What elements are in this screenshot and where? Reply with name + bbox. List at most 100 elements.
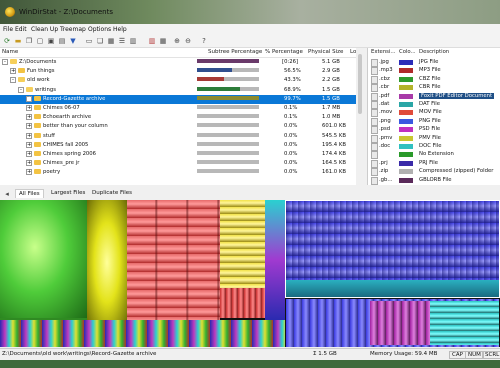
row-name: Chimes spring 2006 bbox=[43, 151, 97, 157]
refresh-icon[interactable]: ⟳ bbox=[3, 37, 11, 45]
table-row[interactable]: + Chimes spring 2006 0.0% 174.4 KB bbox=[0, 150, 364, 159]
menu-options[interactable]: Options bbox=[88, 26, 111, 33]
expand-icon[interactable]: + bbox=[26, 141, 32, 148]
extension-color-swatch bbox=[399, 169, 413, 175]
folder-icon bbox=[18, 68, 25, 74]
tab-all-files[interactable]: All Files bbox=[15, 189, 44, 198]
expand-icon[interactable]: + bbox=[26, 114, 32, 121]
extension-description: Foxit PDF Editor Document bbox=[419, 92, 495, 99]
extension-color-swatch bbox=[399, 85, 413, 91]
properties-icon[interactable]: ▤ bbox=[58, 37, 66, 45]
treemap-tile-mixed-strip[interactable] bbox=[0, 320, 285, 347]
table-row[interactable]: + Record-Gazette archive 99.7% 1.5 GB bbox=[0, 94, 364, 104]
row-size: 1.7 MB bbox=[322, 105, 341, 111]
expand-icon[interactable]: + bbox=[26, 160, 32, 167]
extension-color-swatch bbox=[399, 102, 413, 107]
expand-icon[interactable]: + bbox=[26, 105, 32, 111]
treemap-tile-yellow-small[interactable] bbox=[220, 200, 265, 288]
help-icon[interactable]: ? bbox=[200, 37, 208, 45]
col-subtree-percentage[interactable]: Subtree Percentage bbox=[208, 49, 262, 55]
table-row[interactable]: + Fun things 56.5% 2.9 GB bbox=[0, 67, 364, 76]
menu-help[interactable]: Help bbox=[113, 26, 127, 33]
file-tree-pane[interactable]: Name Subtree Percentage % Percentage Phy… bbox=[0, 48, 364, 185]
subtree-percentage-fill bbox=[197, 68, 233, 73]
table-row[interactable]: - old work 43.3% 2.2 GB bbox=[0, 76, 364, 85]
row-size: 174.4 KB bbox=[322, 151, 346, 157]
file-tree-scrollbar[interactable] bbox=[356, 48, 364, 185]
filter-icon[interactable]: ▼ bbox=[69, 37, 77, 45]
expand-icon[interactable]: + bbox=[10, 68, 16, 75]
zoom-in-icon[interactable]: ⊕ bbox=[173, 37, 181, 45]
table-row[interactable]: + Echoearth archive 0.1% 1.0 MB bbox=[0, 113, 364, 122]
treemap-tile-teal-strip[interactable] bbox=[286, 280, 499, 297]
collapse-icon[interactable]: - bbox=[2, 59, 8, 65]
col-description[interactable]: Description bbox=[419, 49, 449, 55]
copy-path-icon[interactable]: ❏ bbox=[96, 37, 104, 45]
open-icon[interactable]: ▬ bbox=[14, 37, 22, 45]
treemap-tile-cyan-magenta[interactable] bbox=[265, 200, 285, 320]
treemap-tile-yellow[interactable] bbox=[87, 200, 127, 325]
table-row[interactable]: + stuff 0.0% 545.5 KB bbox=[0, 132, 364, 141]
treemap-tile-red-small[interactable] bbox=[220, 288, 265, 318]
menu-treemap[interactable]: Treemap bbox=[60, 26, 86, 33]
cmd-icon[interactable]: ▣ bbox=[47, 37, 55, 45]
expand-icon[interactable]: + bbox=[26, 169, 32, 176]
row-percentage: 0.0% bbox=[284, 141, 298, 148]
row-name: Record-Gazette archive bbox=[43, 95, 106, 102]
col-extension[interactable]: Extensi... bbox=[371, 49, 395, 55]
col-physical-size[interactable]: Physical Size bbox=[308, 49, 343, 55]
col-name[interactable]: Name bbox=[2, 49, 18, 55]
row-name: better than your column bbox=[43, 123, 108, 130]
treemap-tile-teal-lower[interactable] bbox=[430, 301, 499, 345]
extension-color-swatch bbox=[399, 68, 413, 74]
expand-icon[interactable]: + bbox=[26, 123, 32, 130]
list-item[interactable]: .gb... GBLORB File bbox=[368, 176, 500, 185]
tabs-scroll-left-icon[interactable]: ◂ bbox=[3, 190, 11, 198]
report-icon[interactable]: ▥ bbox=[129, 37, 137, 45]
subtree-percentage-bar bbox=[197, 132, 259, 137]
extension-list-pane[interactable]: Extensi... Colo... Description .jpg JPG F… bbox=[367, 48, 500, 185]
paste-icon[interactable]: ▦ bbox=[107, 37, 115, 45]
delete-icon[interactable]: ▦ bbox=[159, 37, 167, 45]
treemap-tile-magenta-lower[interactable] bbox=[370, 301, 430, 345]
copy-icon[interactable]: ❐ bbox=[25, 37, 33, 45]
treemap-tile-red-grid[interactable] bbox=[127, 200, 220, 320]
table-row[interactable]: + better than your column 0.0% 601.0 KB bbox=[0, 122, 364, 131]
table-row[interactable]: - Z:\Documents [0:26] 5.1 GB bbox=[0, 58, 364, 67]
table-row[interactable]: + Chimes_pre jr 0.0% 164.5 KB bbox=[0, 159, 364, 168]
list-icon[interactable]: ☰ bbox=[118, 37, 126, 45]
collapse-icon[interactable]: - bbox=[18, 86, 24, 93]
menu-file[interactable]: File bbox=[3, 26, 13, 33]
extension-color-swatch bbox=[399, 177, 413, 183]
treemap[interactable] bbox=[0, 200, 500, 347]
explorer-icon[interactable]: ▢ bbox=[36, 37, 44, 45]
table-row[interactable]: + poetry 0.0% 161.0 KB bbox=[0, 168, 364, 177]
col-color[interactable]: Colo... bbox=[399, 49, 416, 55]
expand-icon[interactable]: + bbox=[26, 151, 32, 157]
treemap-tile-green[interactable] bbox=[0, 200, 87, 318]
extension-color-swatch bbox=[399, 110, 413, 116]
menu-clean-up[interactable]: Clean Up bbox=[31, 26, 58, 33]
extension-name: .cbz bbox=[379, 75, 390, 82]
table-row[interactable]: - writings 68.9% 1.5 GB bbox=[0, 86, 364, 95]
scrollbar-thumb[interactable] bbox=[358, 54, 362, 114]
expand-icon[interactable]: + bbox=[26, 132, 32, 139]
extension-description: CBZ File bbox=[419, 75, 441, 82]
zoom-out-icon[interactable]: ⊖ bbox=[184, 37, 192, 45]
collapse-icon[interactable]: - bbox=[10, 77, 16, 84]
subtree-percentage-bar bbox=[197, 105, 259, 109]
menu-edit[interactable]: Edit bbox=[15, 26, 27, 33]
new-icon[interactable]: ▭ bbox=[85, 37, 93, 45]
tab-duplicate-files[interactable]: Duplicate Files bbox=[89, 189, 135, 197]
row-name: writings bbox=[35, 86, 57, 93]
tab-largest-files[interactable]: Largest Files bbox=[48, 189, 88, 197]
col-percentage[interactable]: % Percentage bbox=[265, 49, 303, 55]
table-row[interactable]: + Chimes 06-07 0.1% 1.7 MB bbox=[0, 104, 364, 113]
expand-icon[interactable]: + bbox=[26, 95, 32, 102]
table-row[interactable]: + CHIMES fall 2005 0.0% 195.4 KB bbox=[0, 141, 364, 150]
row-name: CHIMES fall 2005 bbox=[43, 141, 89, 148]
row-name: poetry bbox=[43, 169, 61, 176]
delete-recycle-icon[interactable]: ▥ bbox=[148, 37, 156, 45]
extension-name: .psd bbox=[379, 126, 391, 133]
subtree-percentage-bar bbox=[197, 86, 259, 91]
